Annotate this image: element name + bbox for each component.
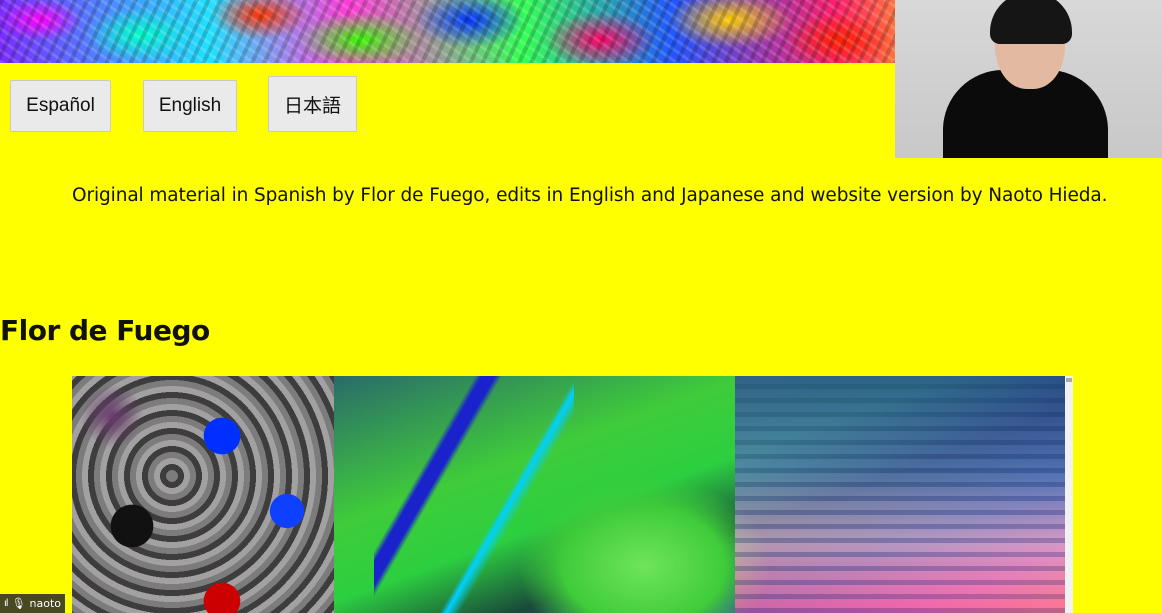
artwork-left-panel (72, 376, 334, 613)
person-hair (990, 0, 1072, 44)
section-heading: Flor de Fuego (0, 314, 210, 347)
language-button-english[interactable]: English (143, 80, 237, 132)
artwork-right-panel (334, 376, 1065, 613)
participant-name: naoto (29, 597, 62, 610)
credits-text: Original material in Spanish by Flor de … (72, 184, 1108, 206)
artwork-scrollbar[interactable] (1065, 376, 1073, 613)
webcam-video (895, 0, 1162, 158)
artwork-image (72, 376, 1065, 613)
microphone-icon: 🎙 (11, 597, 26, 610)
signal-bars-icon: ıl (4, 598, 8, 609)
participant-name-tag: ıl 🎙 naoto (0, 594, 66, 613)
language-button-espanol[interactable]: Español (10, 80, 111, 132)
language-button-japanese[interactable]: 日本語 (268, 76, 357, 132)
